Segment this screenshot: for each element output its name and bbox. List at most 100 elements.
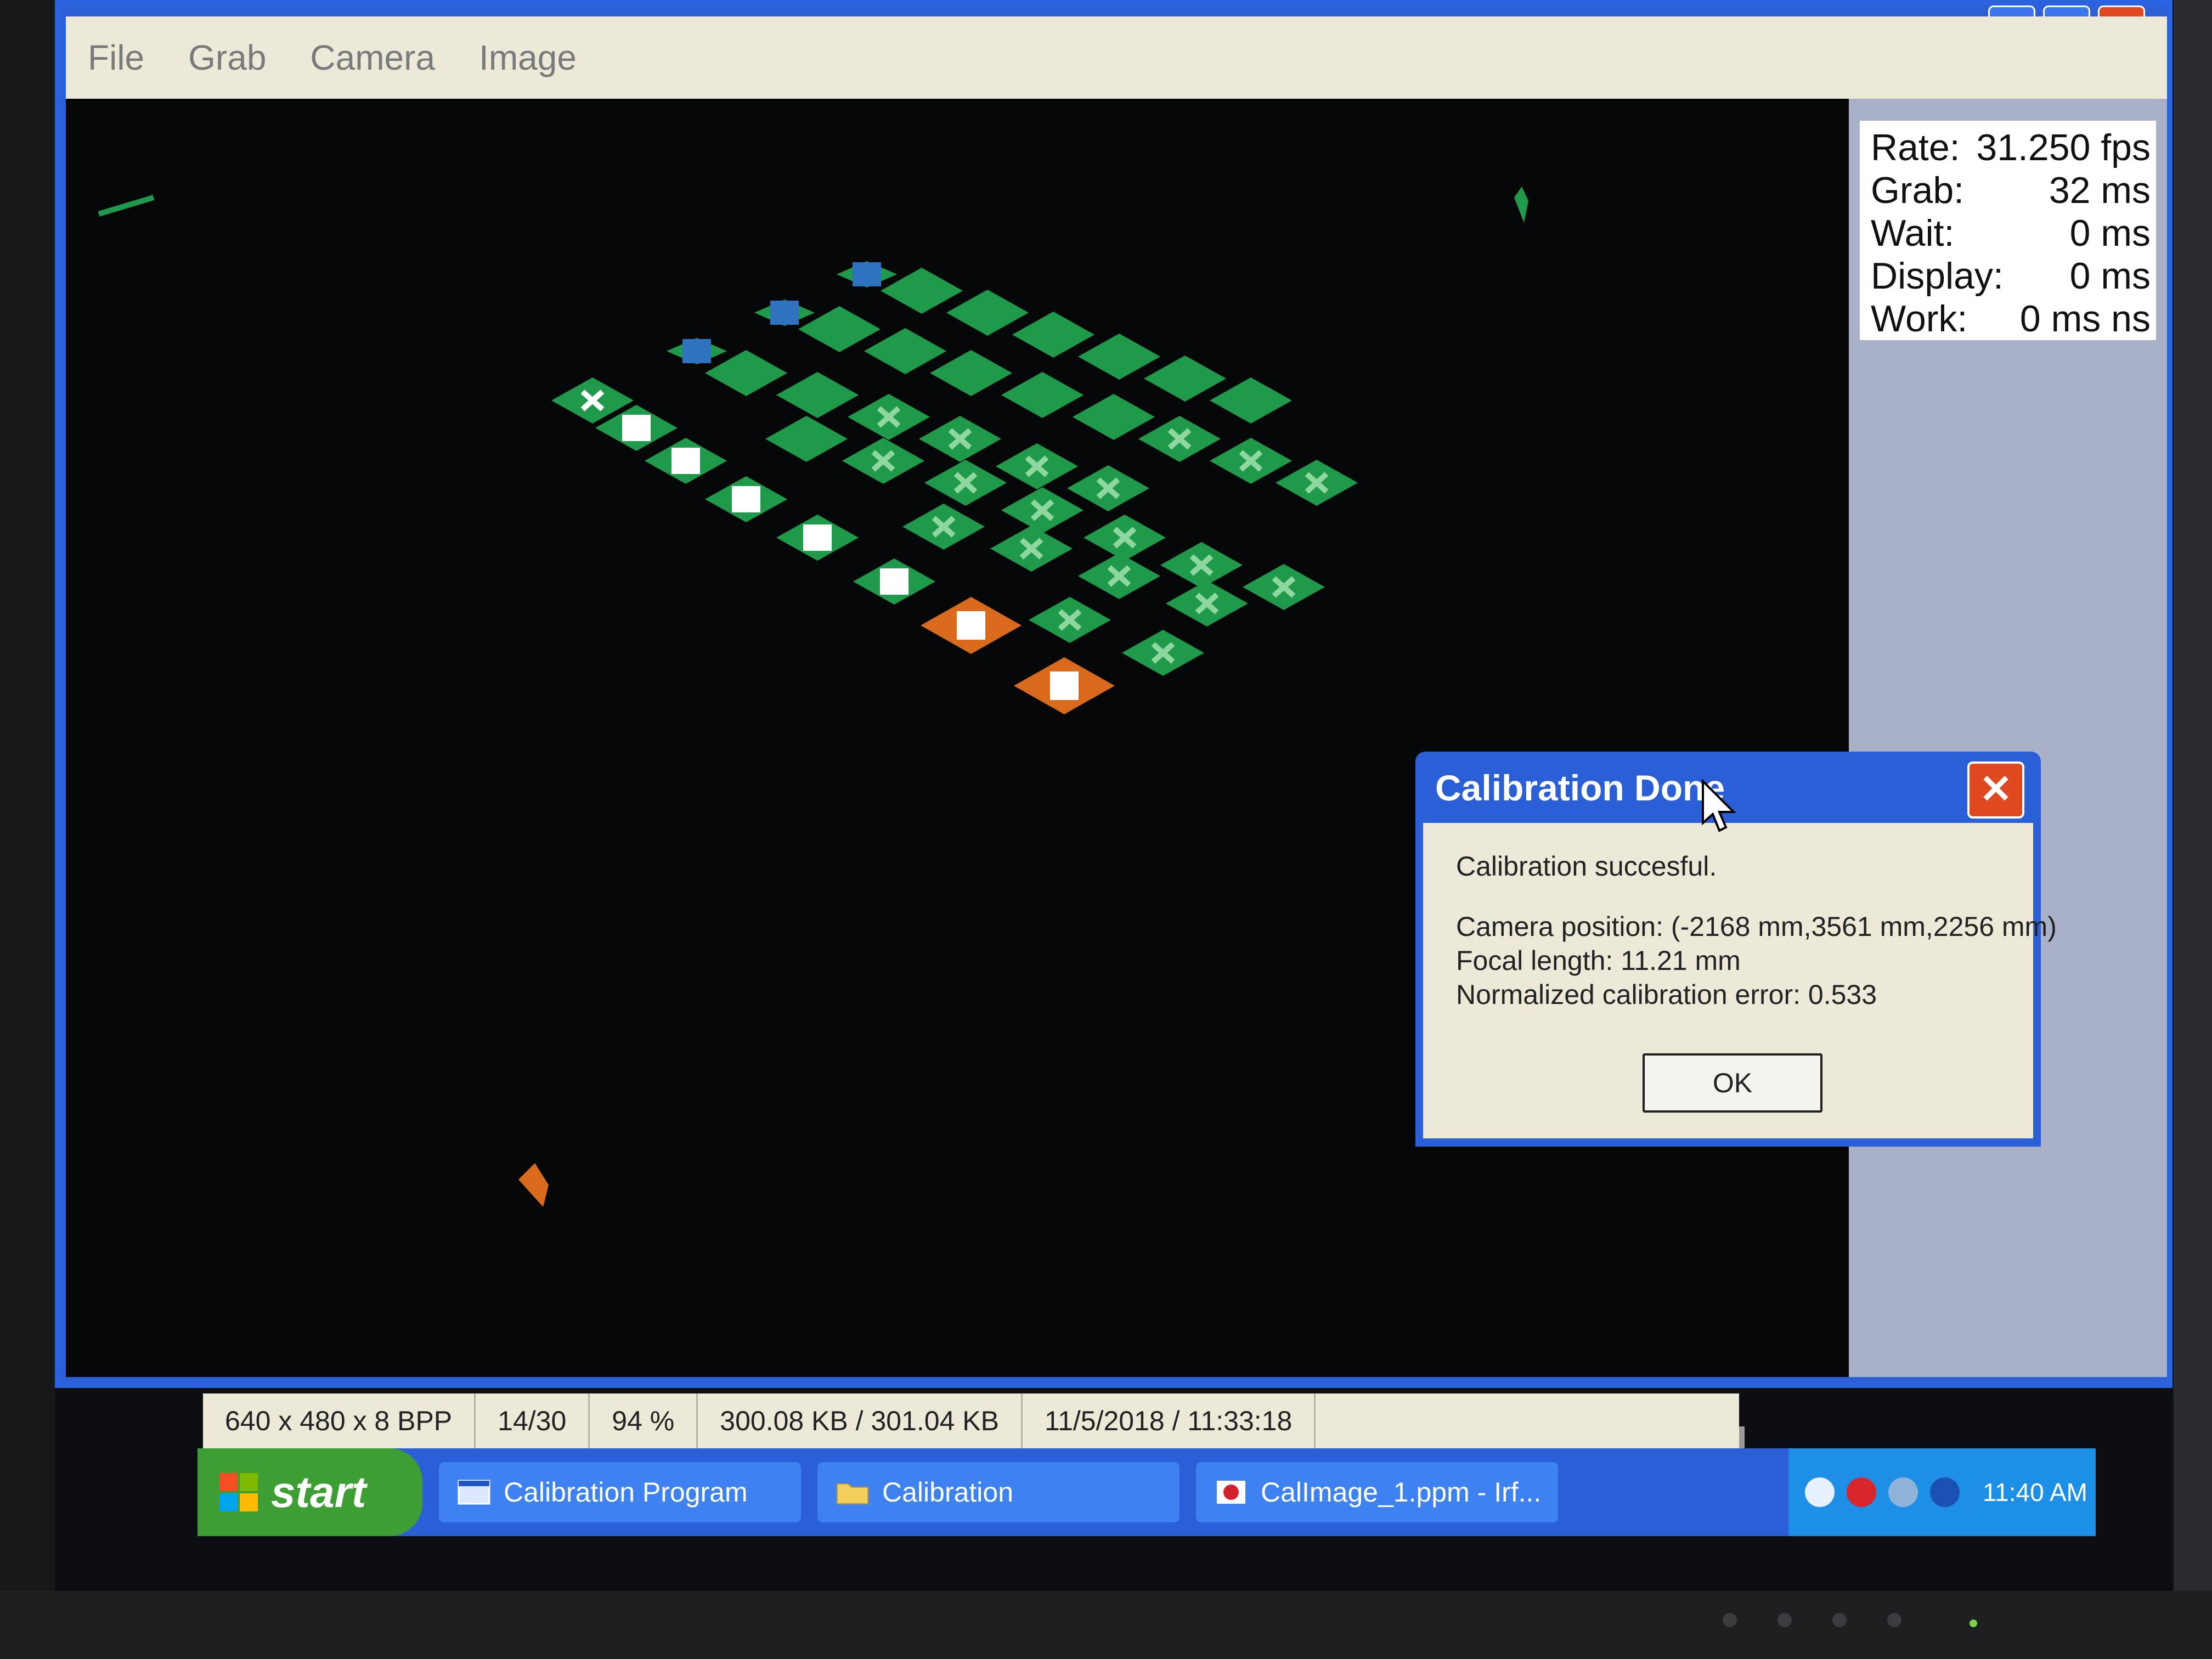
task-calibration-folder[interactable]: Calibration	[817, 1462, 1180, 1522]
calibration-marker-green	[1144, 356, 1226, 402]
calibration-marker-green	[1001, 372, 1084, 418]
dialog-close-button[interactable]: ✕	[1967, 761, 2024, 819]
calibration-marker-grid	[98, 187, 1528, 1207]
tray-clock: 11:40 AM	[1983, 1478, 2087, 1506]
calibration-marker-green	[1012, 312, 1094, 358]
stat-wait-label: Wait:	[1871, 212, 1955, 254]
calibration-marker-green	[1073, 394, 1155, 440]
stat-grab: Grab: 32 ms	[1871, 169, 2151, 213]
stat-display: Display: 0 ms	[1871, 255, 2151, 298]
calibration-marker-blue	[754, 300, 815, 326]
dialog-focal-length: Focal length: 11.21 mm	[1456, 945, 1741, 976]
power-led	[1970, 1620, 1977, 1627]
start-label: start	[271, 1468, 366, 1516]
system-tray: 11:40 AM	[1788, 1448, 2096, 1536]
calibration-marker-x	[919, 416, 1001, 462]
calibration-marker-green	[705, 350, 787, 396]
stat-work-value: 0 ms ns	[2019, 298, 2151, 340]
calibration-marker-x	[902, 504, 985, 550]
calibration-marker-x	[1138, 416, 1221, 462]
calibration-marker-x	[1160, 542, 1243, 588]
windows-logo-icon	[219, 1473, 258, 1511]
stray-orange-blob	[518, 1163, 549, 1207]
status-bar: 640 x 480 x 8 BPP 14/30 94 % 300.08 KB /…	[203, 1393, 1739, 1448]
calibration-marker-x	[1166, 580, 1248, 627]
dialog-camera-position: Camera position: (-2168 mm,3561 mm,2256 …	[1456, 911, 2057, 942]
monitor-button[interactable]	[1778, 1613, 1792, 1627]
task-label: Calibration Program	[504, 1477, 748, 1508]
calibration-marker-x	[1276, 460, 1358, 506]
monitor-screen: ▁ □ ✕ File Grab Camera Image Rate: 31.25…	[55, 0, 2172, 1591]
network-icon[interactable]	[1888, 1477, 1918, 1507]
calibration-marker-green	[1210, 377, 1292, 424]
monitor-button[interactable]	[1723, 1613, 1737, 1627]
menu-file[interactable]: File	[88, 37, 144, 78]
calibration-marker-white-square	[705, 476, 787, 522]
stat-display-label: Display:	[1871, 255, 2004, 297]
monitor-bezel-bottom	[0, 1591, 2212, 1659]
calibration-marker-green	[1078, 334, 1160, 380]
monitor-bezel-right	[2174, 0, 2212, 1659]
calibration-marker-green	[930, 350, 1012, 396]
calibration-marker-green	[946, 290, 1029, 336]
calibration-marker-blue	[667, 338, 727, 364]
calibration-marker-green	[765, 416, 848, 462]
calibration-marker-x	[842, 438, 924, 484]
calibration-marker-blue	[837, 261, 897, 287]
task-label: Calibration	[882, 1477, 1014, 1508]
stat-work-label: Work:	[1871, 298, 1968, 340]
stat-grab-value: 32 ms	[2049, 170, 2151, 211]
calibration-marker-white-square	[853, 558, 935, 605]
calibration-marker-x	[1067, 465, 1149, 511]
mouse-cursor-icon	[1702, 779, 1736, 832]
monitor-button[interactable]	[1832, 1613, 1847, 1627]
calibration-app-window: ▁ □ ✕ File Grab Camera Image Rate: 31.25…	[55, 0, 2172, 1470]
status-dimensions: 640 x 480 x 8 BPP	[203, 1393, 476, 1448]
calibration-marker-green	[776, 372, 859, 418]
stat-wait: Wait: 0 ms	[1871, 212, 2151, 256]
bluetooth-icon[interactable]	[1930, 1477, 1960, 1507]
tray-expand-icon[interactable]	[1805, 1477, 1835, 1507]
calibration-marker-x	[1029, 597, 1111, 643]
calibration-marker-orange	[1014, 657, 1115, 714]
stats-pane: Rate: 31.250 fps Grab: 32 ms Wait: 0 ms …	[1849, 99, 2167, 1377]
stray-green-blob	[1514, 187, 1528, 223]
calibration-marker-x	[1084, 515, 1166, 561]
monitor-button[interactable]	[1887, 1613, 1901, 1627]
calibration-marker-x	[848, 394, 930, 440]
calibration-marker-x	[1210, 438, 1292, 484]
stat-display-value: 0 ms	[2069, 255, 2151, 297]
status-frame: 14/30	[476, 1393, 590, 1448]
status-datetime: 11/5/2018 / 11:33:18	[1023, 1393, 1316, 1448]
calibration-marker-x	[1122, 630, 1204, 676]
stat-rate: Rate: 31.250 fps	[1871, 126, 2151, 170]
menu-grab[interactable]: Grab	[188, 37, 266, 78]
stat-wait-value: 0 ms	[2069, 212, 2151, 254]
calibration-marker-x	[1001, 487, 1084, 533]
status-zoom: 94 %	[590, 1393, 698, 1448]
calibration-marker-x	[1078, 553, 1160, 599]
calibration-marker-orange	[921, 597, 1022, 654]
security-shield-icon[interactable]	[1847, 1477, 1876, 1507]
menu-image[interactable]: Image	[479, 37, 577, 78]
task-label: CalImage_1.ppm - Irf...	[1261, 1477, 1542, 1508]
ok-button[interactable]: OK	[1643, 1053, 1822, 1113]
dialog-calibration-error: Normalized calibration error: 0.533	[1456, 979, 1877, 1010]
start-button[interactable]: start	[198, 1448, 422, 1536]
stats-panel: Rate: 31.250 fps Grab: 32 ms Wait: 0 ms …	[1860, 121, 2156, 340]
stray-green-streak	[98, 195, 155, 217]
task-irfanview-image[interactable]: CalImage_1.ppm - Irf...	[1196, 1462, 1558, 1522]
task-calibration-program[interactable]: Calibration Program	[439, 1462, 801, 1522]
stat-grab-label: Grab:	[1871, 170, 1965, 211]
dialog-message: Calibration succesful.	[1456, 851, 1717, 882]
calibration-marker-green	[864, 328, 946, 374]
taskbar: start Calibration Program Calibration Ca…	[198, 1448, 2096, 1536]
calibration-marker-x	[1243, 564, 1325, 610]
camera-image-canvas[interactable]	[66, 99, 1849, 1470]
menu-camera[interactable]: Camera	[310, 37, 435, 78]
dialog-body: Calibration succesful. Camera position: …	[1423, 823, 2057, 1138]
calibration-marker-x	[990, 526, 1073, 572]
stat-work: Work: 0 ms ns	[1871, 297, 2151, 341]
stat-rate-label: Rate:	[1871, 127, 1960, 168]
window-icon	[458, 1480, 490, 1505]
